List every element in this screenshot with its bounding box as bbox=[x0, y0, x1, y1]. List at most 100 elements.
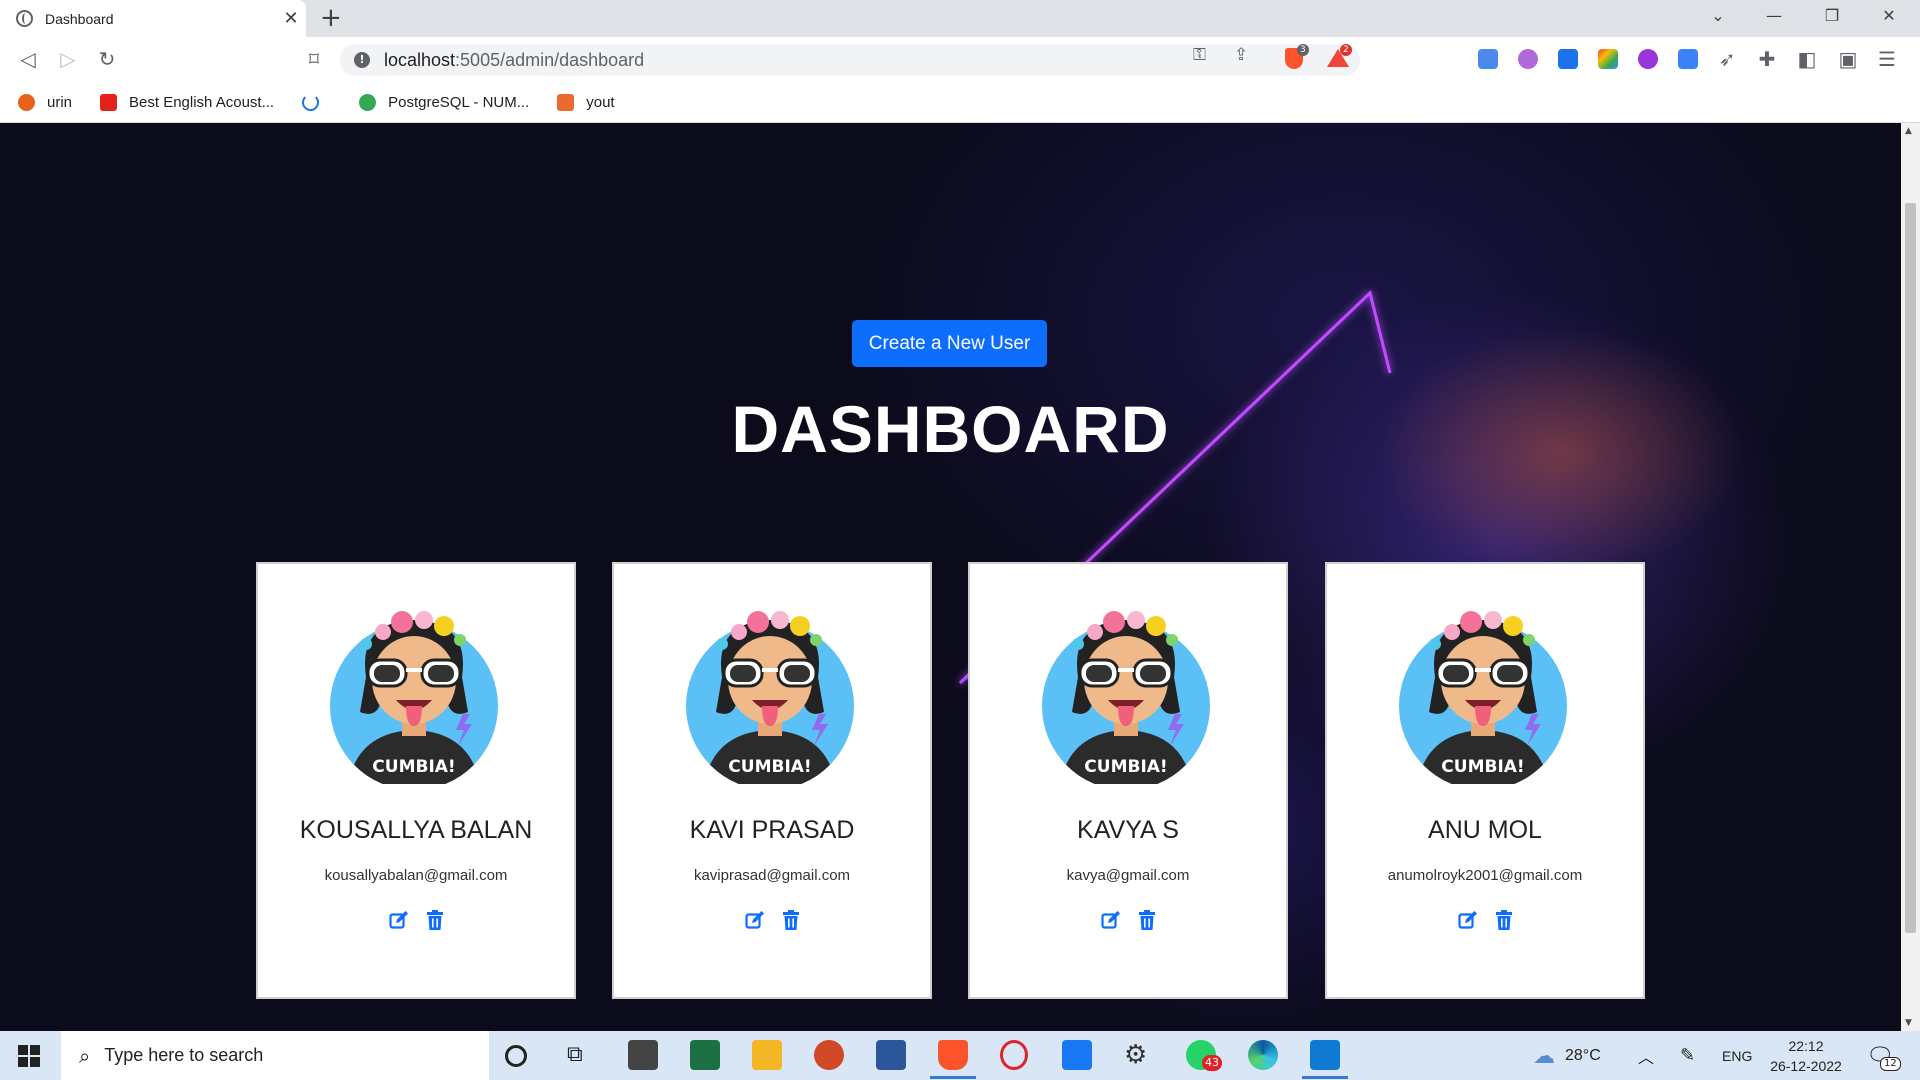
settings-gear-icon[interactable]: ⚙ bbox=[1124, 1040, 1154, 1070]
extension-4-icon[interactable] bbox=[1638, 49, 1658, 69]
edit-icon[interactable] bbox=[1457, 910, 1478, 930]
bookmark-item[interactable]: Best English Acoust... bbox=[100, 93, 274, 111]
vscode-icon[interactable] bbox=[1302, 1040, 1348, 1079]
shirt-text: CUMBIA! bbox=[372, 757, 455, 777]
postgres-icon bbox=[359, 93, 377, 111]
trash-icon[interactable] bbox=[782, 910, 800, 930]
browser-toolbar: ◁ ▷ ↻ ⌑ ! localhost:5005/admin/dashboard… bbox=[0, 37, 1920, 82]
bookmark-item[interactable]: PostgreSQL - NUM... bbox=[359, 93, 529, 111]
cortana-icon[interactable] bbox=[505, 1045, 527, 1067]
user-name: ANU MOL bbox=[1428, 816, 1542, 844]
word-icon[interactable] bbox=[876, 1040, 906, 1070]
tab-title: Dashboard bbox=[45, 10, 114, 27]
minimize-button[interactable]: — bbox=[1762, 6, 1786, 25]
whatsapp-badge: 43 bbox=[1202, 1055, 1222, 1071]
taskbar-search-input[interactable]: ⌕ Type here to search bbox=[61, 1031, 489, 1080]
share-icon[interactable]: ⇪ bbox=[1234, 45, 1248, 65]
card-actions bbox=[1327, 910, 1643, 930]
notification-count-badge: 12 bbox=[1880, 1057, 1901, 1071]
tab-strip: Dashboard ✕ + ⌄ — ❐ ✕ bbox=[0, 0, 1920, 37]
user-name: KAVYA S bbox=[1077, 816, 1179, 844]
reload-button[interactable]: ↻ bbox=[93, 45, 121, 73]
new-tab-button[interactable]: + bbox=[320, 3, 342, 33]
restore-button[interactable]: ❐ bbox=[1820, 6, 1844, 25]
show-hidden-icons-chevron-icon[interactable]: ︿ bbox=[1638, 1031, 1654, 1080]
extension-2-icon[interactable] bbox=[1518, 49, 1538, 69]
menu-icon[interactable]: ☰ bbox=[1873, 45, 1901, 73]
notification-icon[interactable]: 🗨 bbox=[1866, 1031, 1894, 1080]
bookmark-item[interactable] bbox=[302, 93, 331, 111]
close-window-button[interactable]: ✕ bbox=[1877, 6, 1901, 25]
wallet-icon[interactable]: ▣ bbox=[1834, 45, 1862, 73]
avatar: CUMBIA! bbox=[686, 611, 854, 784]
facebook-icon[interactable] bbox=[1062, 1040, 1092, 1070]
card-actions bbox=[970, 910, 1286, 930]
g-icon bbox=[557, 93, 575, 111]
fox-icon bbox=[18, 93, 35, 111]
scroll-down-icon[interactable]: ▼ bbox=[1905, 1018, 1912, 1028]
windows-start-icon[interactable] bbox=[18, 1045, 40, 1067]
bookmarks-bar: urin Best English Acoust... PostgreSQL -… bbox=[0, 82, 1920, 123]
mail-icon[interactable] bbox=[628, 1040, 658, 1070]
edge-icon[interactable] bbox=[1248, 1040, 1278, 1070]
user-card: CUMBIA! ANU MOL anumolroyk2001@gmail.com bbox=[1325, 562, 1645, 999]
youtube-icon bbox=[100, 93, 118, 111]
back-button[interactable]: ◁ bbox=[14, 45, 42, 73]
shirt-text: CUMBIA! bbox=[728, 757, 811, 777]
page-title: DASHBOARD bbox=[731, 392, 1170, 466]
tab-search-chevron-icon[interactable]: ⌄ bbox=[1706, 6, 1730, 25]
tab-close-icon[interactable]: ✕ bbox=[276, 8, 306, 29]
rocket-icon[interactable]: ➶ bbox=[1713, 45, 1741, 73]
trash-icon[interactable] bbox=[1495, 910, 1513, 930]
edit-icon[interactable] bbox=[1100, 910, 1121, 930]
avatar: CUMBIA! bbox=[1042, 611, 1210, 784]
brave-icon[interactable] bbox=[930, 1040, 976, 1079]
shirt-text: CUMBIA! bbox=[1441, 757, 1524, 777]
rewards-count-badge: 2 bbox=[1340, 44, 1352, 56]
pen-icon[interactable]: ✎ bbox=[1680, 1031, 1695, 1080]
site-info-icon[interactable]: ! bbox=[354, 52, 370, 68]
trash-icon[interactable] bbox=[426, 910, 444, 930]
user-card: CUMBIA! KAVI PRASAD kaviprasad@gmail.com bbox=[612, 562, 932, 999]
globe-icon bbox=[16, 10, 33, 27]
edit-icon[interactable] bbox=[388, 910, 409, 930]
user-email: kaviprasad@gmail.com bbox=[693, 867, 851, 884]
edit-icon[interactable] bbox=[744, 910, 765, 930]
download-icon[interactable] bbox=[1558, 49, 1578, 69]
powerpoint-icon[interactable] bbox=[814, 1040, 844, 1070]
shirt-text: CUMBIA! bbox=[1084, 757, 1167, 777]
user-name: KOUSALLYA BALAN bbox=[299, 816, 533, 844]
tab-dashboard[interactable]: Dashboard ✕ bbox=[0, 0, 306, 37]
shields-count-badge: 3 bbox=[1297, 44, 1309, 56]
excel-icon[interactable] bbox=[690, 1040, 720, 1070]
extension-3-icon[interactable] bbox=[1598, 49, 1618, 69]
windows-taskbar: ⌕ Type here to search ⧉ ⚙ 43 ☁ 28°C ︿ ✎ … bbox=[0, 1031, 1920, 1080]
url-text[interactable]: localhost:5005/admin/dashboard bbox=[384, 50, 644, 71]
language-indicator[interactable]: ENG bbox=[1722, 1031, 1752, 1080]
scroll-up-icon[interactable]: ▲ bbox=[1905, 126, 1912, 136]
extension-5-icon[interactable] bbox=[1678, 49, 1698, 69]
scrollbar-thumb[interactable] bbox=[1905, 203, 1916, 933]
key-icon[interactable]: ⚿ bbox=[1193, 45, 1206, 65]
sidebar-icon[interactable]: ◧ bbox=[1793, 45, 1821, 73]
file-explorer-icon[interactable] bbox=[752, 1040, 782, 1070]
user-email: anumolroyk2001@gmail.com bbox=[1387, 867, 1583, 884]
system-clock[interactable]: 22:12 26-12-2022 bbox=[1768, 1036, 1844, 1076]
page-scrollbar[interactable]: ▲ ▼ bbox=[1901, 123, 1920, 1031]
weather-widget[interactable]: ☁ 28°C bbox=[1533, 1031, 1601, 1080]
address-bar[interactable]: ! localhost:5005/admin/dashboard bbox=[340, 44, 1360, 76]
extension-1-icon[interactable] bbox=[1478, 49, 1498, 69]
forward-button[interactable]: ▷ bbox=[54, 45, 82, 73]
bookmark-item[interactable]: yout bbox=[557, 93, 615, 111]
puzzle-icon[interactable]: ✚ bbox=[1753, 45, 1781, 73]
opera-icon[interactable] bbox=[1000, 1040, 1028, 1070]
user-email: kavya@gmail.com bbox=[1066, 867, 1190, 884]
dashboard-page: Create a New User DASHBOARD CUMBIA! KOUS… bbox=[0, 123, 1901, 1031]
bookmark-icon[interactable]: ⌑ bbox=[300, 45, 328, 73]
create-user-button[interactable]: Create a New User bbox=[852, 320, 1047, 367]
card-actions bbox=[258, 910, 574, 930]
bookmark-item[interactable]: urin bbox=[18, 93, 72, 111]
trash-icon[interactable] bbox=[1138, 910, 1156, 930]
avatar: CUMBIA! bbox=[330, 611, 498, 784]
task-view-icon[interactable]: ⧉ bbox=[567, 1040, 597, 1070]
